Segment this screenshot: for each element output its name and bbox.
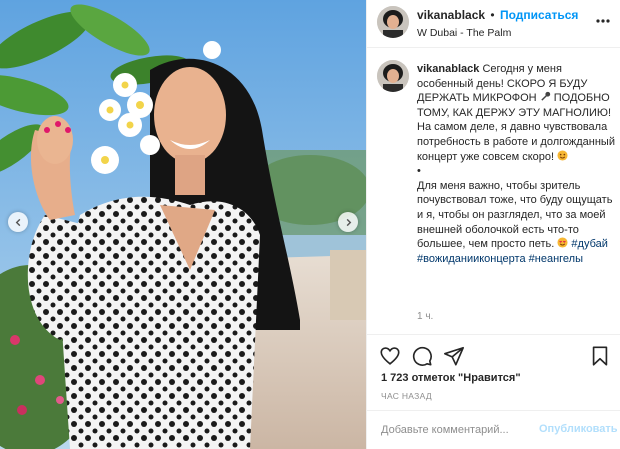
instagram-post: vikanablack • Подписаться W Dubai - The … [0,0,620,449]
follow-button[interactable]: Подписаться [500,8,578,22]
username-link[interactable]: vikanablack [417,8,485,22]
smiling-face-emoji [557,150,568,161]
caption-time-ago[interactable]: 1 ч. [417,311,433,322]
caption-text: vikanablack Сегодня у меня особенный ден… [417,62,615,266]
previous-photo-button[interactable] [8,212,28,232]
hashtag-link[interactable]: #неангелы [529,253,583,265]
more-horizontal-icon[interactable] [595,13,611,29]
post-date-label[interactable]: ЧАС НАЗАД [381,391,432,401]
bookmark-icon[interactable] [589,345,611,367]
likes-count[interactable]: 1 723 отметок "Нравится" [381,372,521,384]
caption-avatar[interactable] [377,60,409,92]
separator-dot: • [490,8,495,22]
heart-icon[interactable] [379,345,401,367]
hashtag-link[interactable]: #дубай [571,238,607,250]
publish-comment-button[interactable]: Опубликовать [539,423,618,435]
chevron-left-icon [15,218,20,226]
post-details-panel: vikanablack • Подписаться W Dubai - The … [366,0,620,449]
hashtag-link[interactable]: #вожиданииконцерта [417,253,526,265]
location-link[interactable]: W Dubai - The Palm [417,27,511,39]
post-photo[interactable] [0,0,366,449]
caption-bullet: • [417,165,421,178]
next-photo-button[interactable] [338,212,358,232]
avatar-image [377,60,409,92]
comment-input[interactable] [381,421,541,439]
post-header: vikanablack • Подписаться W Dubai - The … [367,0,620,48]
avatar[interactable] [377,6,409,38]
caption-username[interactable]: vikanablack [417,63,479,75]
comment-form: Опубликовать [367,410,620,449]
chevron-right-icon [346,218,351,226]
avatar-image [377,6,409,38]
heart-eyes-emoji [557,237,568,248]
comment-icon[interactable] [411,345,433,367]
photo-scene [0,0,366,449]
paper-plane-icon[interactable] [443,345,465,367]
caption-section: vikanablack Сегодня у меня особенный ден… [367,49,620,334]
action-bar [367,334,620,374]
header-user-line: vikanablack • Подписаться [417,8,578,22]
caption-paragraph-2: На самом деле, я давно чувствовала потре… [417,121,615,163]
microphone-emoji [541,92,550,101]
